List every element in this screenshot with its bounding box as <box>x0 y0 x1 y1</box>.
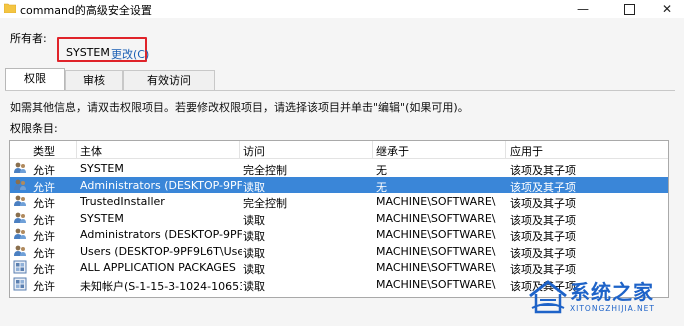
column-header-principal[interactable]: 主体 <box>80 143 102 159</box>
row-inherited-from-cell: MACHINE\SOFTWARE\Cl... <box>376 211 496 225</box>
table-row[interactable]: 允许Administrators (DESKTOP-9PF9L...读取MACH… <box>10 226 668 243</box>
permission-entries-label: 权限条目: <box>10 122 58 135</box>
row-principal-cell: Administrators (DESKTOP-9PF9L... <box>80 178 242 192</box>
users-icon <box>14 195 26 206</box>
column-divider[interactable] <box>239 141 240 158</box>
column-header-access[interactable]: 访问 <box>243 143 265 159</box>
row-inherited-from-cell: MACHINE\SOFTWARE\Cl... <box>376 228 496 241</box>
maximize-button[interactable] <box>612 0 646 18</box>
users-icon <box>14 162 26 173</box>
column-header-type[interactable]: 类型 <box>33 143 55 159</box>
row-principal-cell: 未知帐户(S-1-15-3-1024-1065365... <box>80 279 242 293</box>
watermark-text: 系统之家 <box>570 280 654 304</box>
tab-divider <box>5 90 675 91</box>
tab-effective-access[interactable]: 有效访问 <box>123 70 215 90</box>
watermark: 系统之家 XITONGZHIJIA.NET <box>524 272 684 326</box>
minimize-button[interactable]: — <box>566 0 600 18</box>
row-principal-cell: Users (DESKTOP-9PF9L6T\Users) <box>80 244 242 258</box>
maximize-icon <box>623 4 635 15</box>
row-inherited-from-cell: MACHINE\SOFTWARE\Cl... <box>376 261 496 274</box>
folder-icon <box>4 3 16 13</box>
table-row[interactable]: 允许Administrators (DESKTOP-9PF9L...读取无该项及… <box>10 176 668 194</box>
owner-label: 所有者: <box>10 32 47 45</box>
app-packages-icon <box>13 260 27 274</box>
users-icon <box>14 179 26 190</box>
window-title: command的高级安全设置 <box>20 4 152 17</box>
row-type-cell: 允许 <box>33 279 55 293</box>
row-principal-cell: SYSTEM <box>80 162 124 175</box>
title-bar: command的高级安全设置 — ✕ <box>0 0 684 18</box>
close-button[interactable]: ✕ <box>650 0 684 18</box>
users-icon <box>14 212 26 223</box>
row-principal-cell: Administrators (DESKTOP-9PF9L... <box>80 228 242 241</box>
column-divider[interactable] <box>76 141 77 158</box>
users-icon <box>14 228 26 239</box>
table-row[interactable]: 允许 SYSTEM 完全控制无该项及其子项 <box>10 160 668 177</box>
row-inherited-from-cell: MACHINE\SOFTWARE\Cl... <box>376 195 496 208</box>
table-row[interactable]: 允许TrustedInstaller完全控制MACHINE\SOFTWARE\C… <box>10 193 668 210</box>
row-inherited-from-cell: MACHINE\SOFTWARE\Cl... <box>376 277 496 291</box>
row-inherited-from-cell: MACHINE\SOFTWARE\Cl... <box>376 244 496 258</box>
column-divider[interactable] <box>372 141 373 158</box>
row-principal-cell: TrustedInstaller <box>80 195 165 208</box>
row-principal-cell: ALL APPLICATION PACKAGES <box>80 261 236 274</box>
table-row[interactable]: 允许 Users (DESKTOP-9PF9L6T\Users) 读取 MACHINE… <box>10 243 668 260</box>
column-divider[interactable] <box>505 141 506 158</box>
watermark-subtext: XITONGZHIJIA.NET <box>570 304 655 313</box>
house-logo-icon <box>529 280 567 314</box>
row-access-cell: 读取 <box>243 279 265 293</box>
change-owner-link[interactable]: 更改(C) <box>111 46 149 62</box>
column-header-applies-to[interactable]: 应用于 <box>510 143 543 159</box>
table-row[interactable]: 允许SYSTEM读取MACHINE\SOFTWARE\Cl...该项及其子项 <box>10 210 668 227</box>
list-header: 类型 主体 访问 继承于 应用于 <box>10 141 668 159</box>
tab-permissions[interactable]: 权限 <box>5 68 65 90</box>
column-header-inherited-from[interactable]: 继承于 <box>376 143 409 159</box>
app-packages-icon <box>13 277 27 290</box>
users-icon <box>14 245 26 256</box>
owner-value: SYSTEM <box>66 46 110 59</box>
instructions-text: 如需其他信息，请双击权限项目。若要修改权限项目，请选择该项目并单击"编辑"(如果… <box>10 101 469 114</box>
row-principal-cell: SYSTEM <box>80 211 124 225</box>
tab-auditing[interactable]: 审核 <box>65 70 123 90</box>
